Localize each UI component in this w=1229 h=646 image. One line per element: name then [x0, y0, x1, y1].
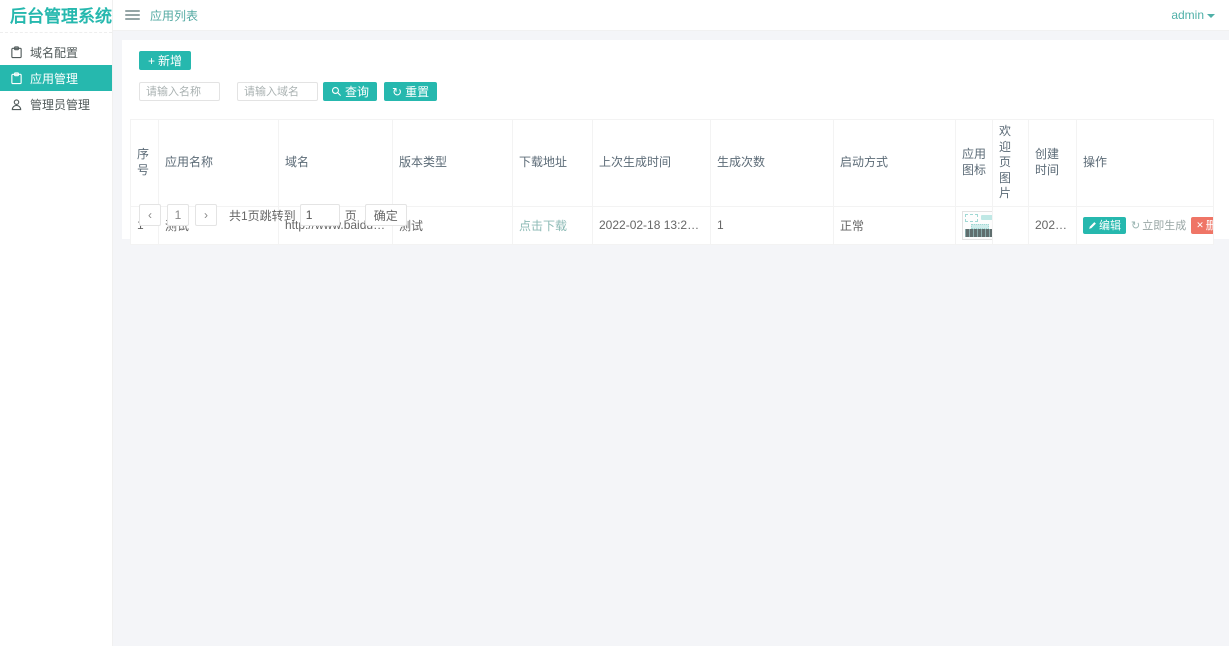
username: admin — [1171, 8, 1204, 22]
download-link[interactable]: 点击下载 — [519, 219, 567, 233]
pagination-prev[interactable]: ‹ — [139, 204, 161, 226]
refresh-icon: ↻ — [392, 86, 402, 98]
column-header: 序号 — [131, 120, 159, 207]
column-header: 应用图标 — [956, 120, 993, 207]
content-card: 新增 查询 ↻ 重置 序号 — [122, 40, 1229, 239]
sidebar-item-label: 管理员管理 — [30, 96, 90, 113]
breadcrumb: 应用列表 — [150, 7, 198, 24]
user-icon — [10, 98, 23, 111]
edit-button[interactable]: 编辑 — [1083, 217, 1126, 234]
sidebar-menu: 域名配置 应用管理 管理员管理 — [0, 39, 112, 117]
cell-launch-mode: 正常 — [834, 206, 956, 244]
sidebar-item-label: 域名配置 — [30, 44, 78, 61]
close-icon — [1196, 219, 1206, 231]
app-logo: 后台管理系统 — [0, 0, 112, 33]
plus-icon — [148, 54, 158, 68]
pagination-info: 共1页跳转到 — [229, 207, 296, 224]
name-input[interactable] — [139, 82, 220, 101]
cell-welcome-image — [993, 206, 1029, 244]
cell-version-type: 测试 — [393, 206, 513, 244]
sidebar-item-app-management[interactable]: 应用管理 — [0, 65, 112, 91]
pagination: ‹ 1 › 共1页跳转到 页 确定 — [139, 204, 407, 226]
row-actions: 编辑 ↻ 立即生成 删除 — [1083, 217, 1207, 234]
cell-created: 2022-02-... — [1029, 206, 1077, 244]
chevron-down-icon — [1207, 14, 1215, 18]
cell-last-generated: 2022-02-18 13:21:35 — [593, 206, 711, 244]
sidebar-item-admin-management[interactable]: 管理员管理 — [0, 91, 112, 117]
sidebar-item-label: 应用管理 — [30, 70, 78, 87]
apps-table-wrapper: 序号 应用名称 域名 版本类型 下载地址 上次生成时间 生成次数 启动方式 应用… — [130, 119, 1214, 245]
column-header: 欢迎页图片 — [993, 120, 1029, 207]
page-jump-input[interactable] — [300, 204, 340, 226]
clipboard-icon — [10, 46, 23, 59]
topbar: 应用列表 admin — [113, 0, 1229, 31]
column-header: 启动方式 — [834, 120, 956, 207]
column-header: 生成次数 — [711, 120, 834, 207]
column-header: 上次生成时间 — [593, 120, 711, 207]
delete-button[interactable]: 删除 — [1191, 217, 1213, 234]
confirm-button[interactable]: 确定 — [365, 204, 407, 226]
column-header: 应用名称 — [159, 120, 279, 207]
sidebar-item-domain-config[interactable]: 域名配置 — [0, 39, 112, 65]
filter-row: 查询 ↻ 重置 — [139, 82, 444, 101]
pagination-next[interactable]: › — [195, 204, 217, 226]
page-suffix: 页 — [345, 207, 357, 224]
add-button[interactable]: 新增 — [139, 51, 191, 70]
domain-input[interactable] — [237, 82, 318, 101]
search-button[interactable]: 查询 — [323, 82, 377, 101]
reset-button[interactable]: ↻ 重置 — [384, 82, 437, 101]
column-header: 版本类型 — [393, 120, 513, 207]
column-header: 操作 — [1077, 120, 1214, 207]
table-header-row: 序号 应用名称 域名 版本类型 下载地址 上次生成时间 生成次数 启动方式 应用… — [131, 120, 1214, 207]
apps-table: 序号 应用名称 域名 版本类型 下载地址 上次生成时间 生成次数 启动方式 应用… — [130, 119, 1214, 245]
search-icon — [331, 86, 342, 97]
cell-generate-count: 1 — [711, 206, 834, 244]
generate-button[interactable]: ↻ 立即生成 — [1131, 217, 1186, 233]
menu-toggle-icon[interactable] — [125, 8, 140, 22]
main-content: 新增 查询 ↻ 重置 序号 — [113, 31, 1229, 646]
column-header: 下载地址 — [513, 120, 593, 207]
column-header: 域名 — [279, 120, 393, 207]
app-icon-thumbnail[interactable] — [962, 211, 993, 240]
pagination-page-1[interactable]: 1 — [167, 204, 189, 226]
sidebar: 后台管理系统 域名配置 应用管理 管理员管理 — [0, 0, 113, 646]
refresh-icon: ↻ — [1131, 219, 1140, 232]
pencil-icon — [1088, 221, 1097, 230]
clipboard-icon — [10, 72, 23, 85]
user-menu[interactable]: admin — [1171, 8, 1215, 22]
column-header: 创建时间 — [1029, 120, 1077, 207]
